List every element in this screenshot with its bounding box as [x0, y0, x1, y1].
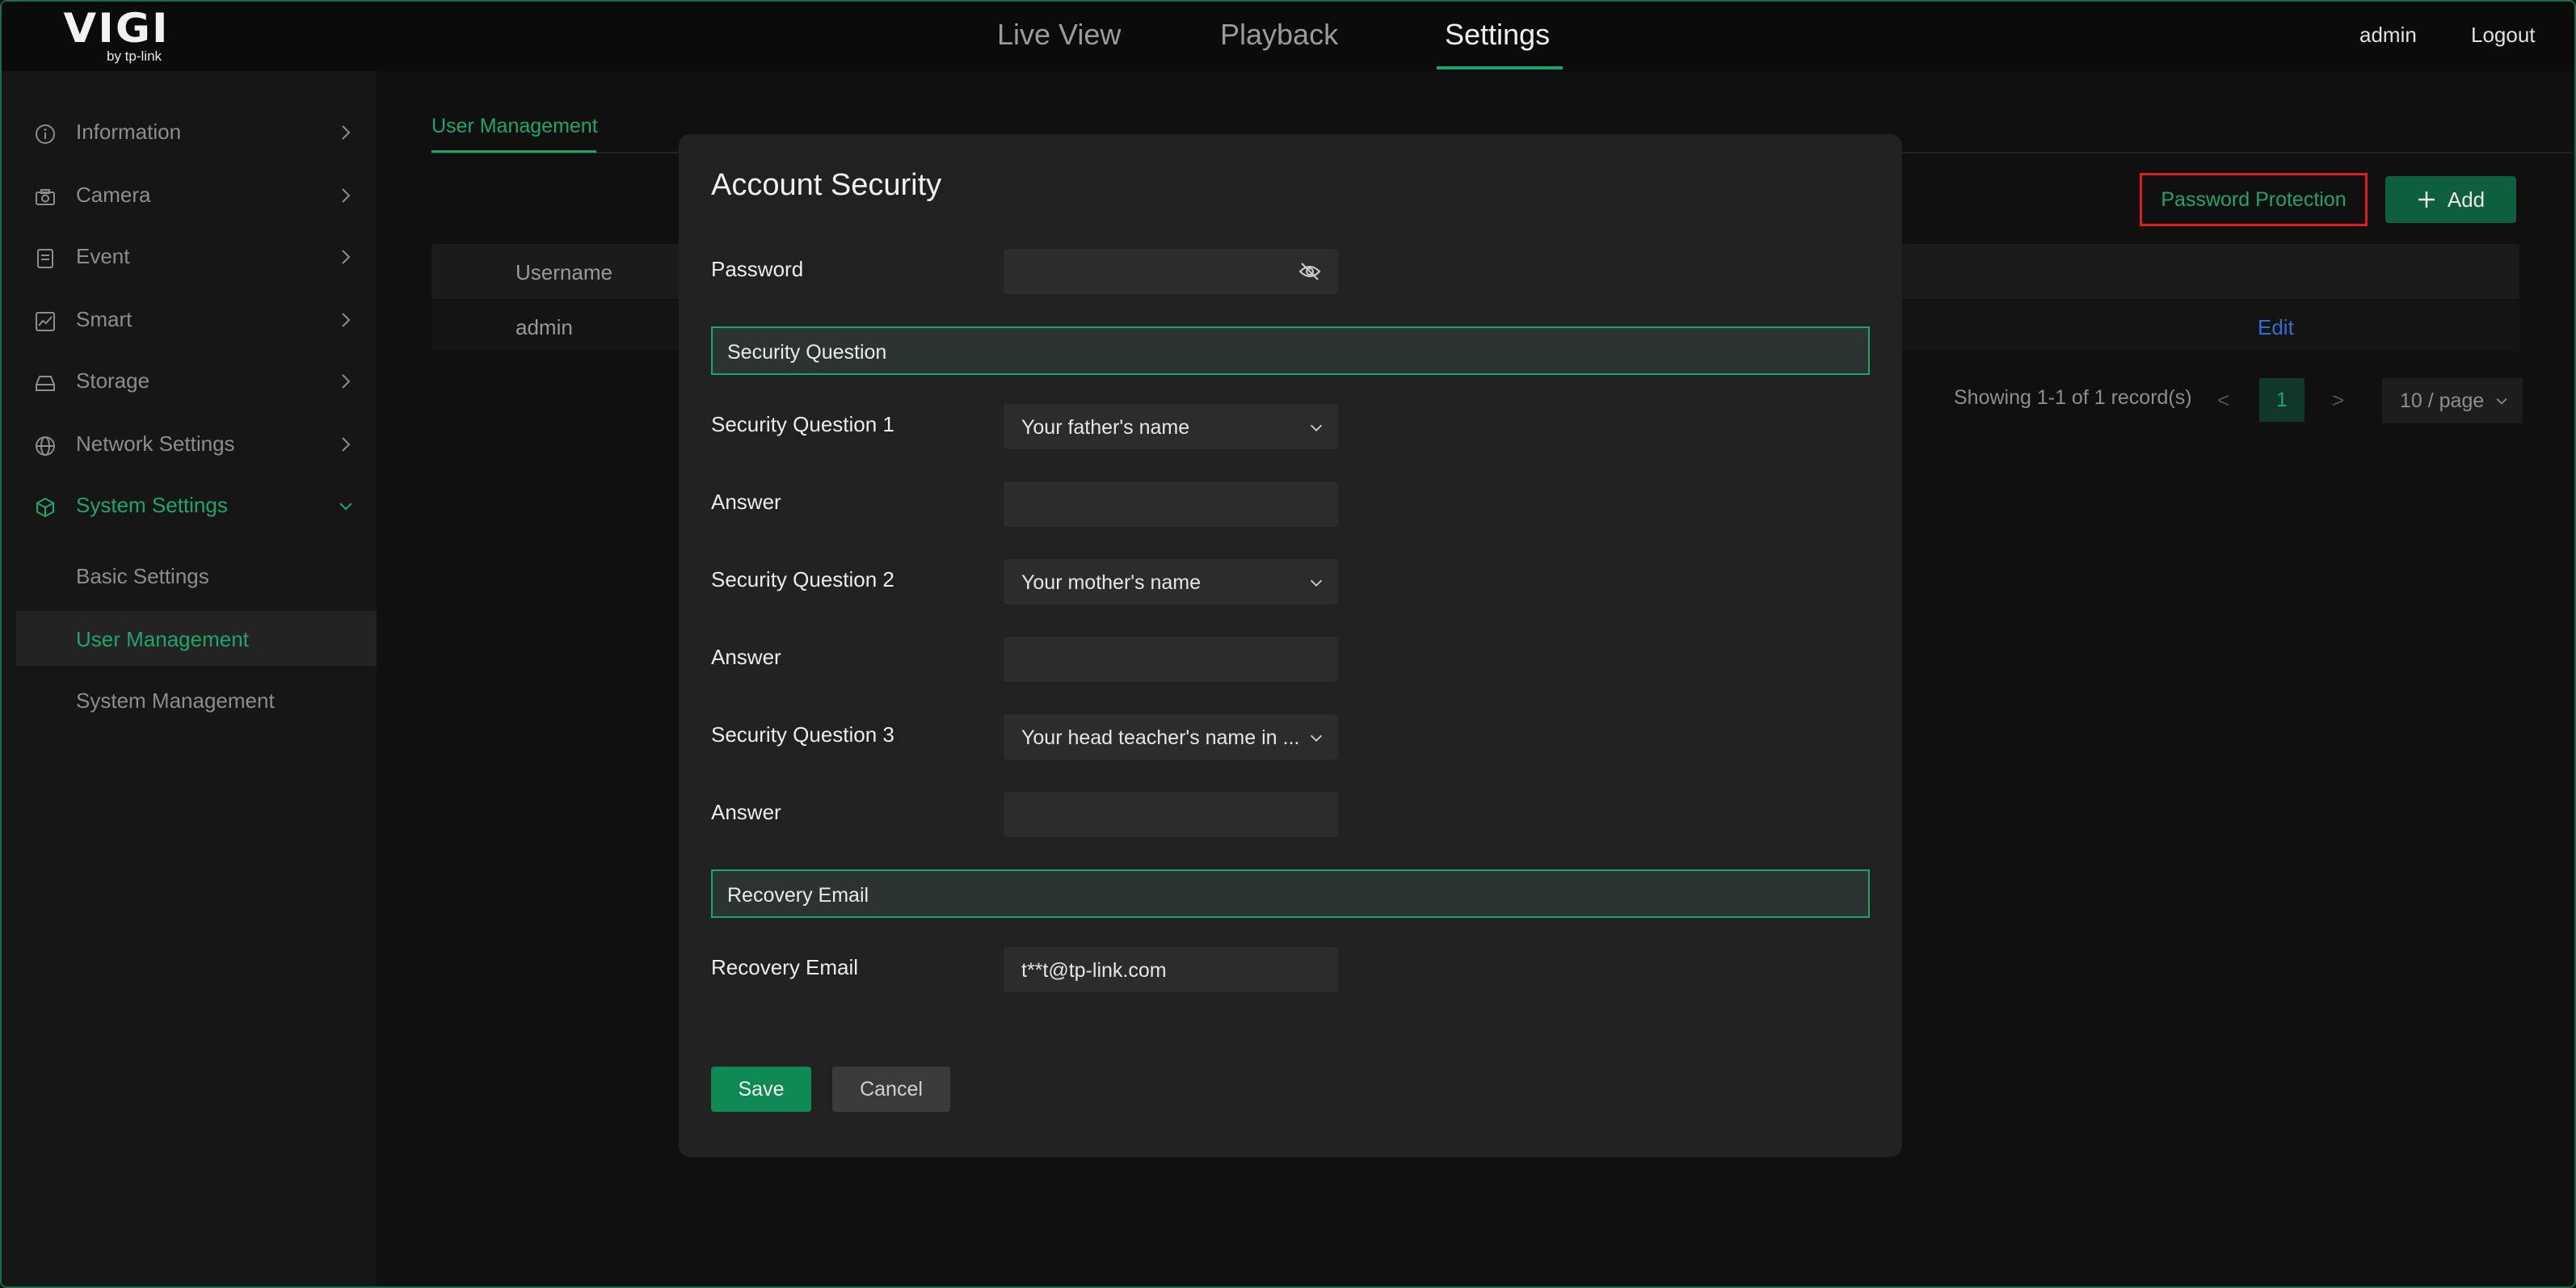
chevron-down-icon	[339, 503, 352, 511]
recovery-email-input[interactable]: t**t@tp-link.com	[1004, 947, 1338, 992]
chevron-right-icon	[342, 374, 351, 389]
section-title: Security Question	[727, 341, 887, 364]
logout-link[interactable]: Logout	[2471, 23, 2536, 48]
password-label: Password	[711, 257, 804, 281]
add-user-button[interactable]: Add	[2385, 176, 2516, 223]
cube-icon	[36, 497, 54, 518]
section-recovery-email: Recovery Email	[711, 869, 1870, 918]
sidebar-item-system-settings[interactable]: System Settings	[2, 478, 377, 533]
nav-active-indicator	[1437, 66, 1563, 69]
sidebar-subitem-system-management[interactable]: System Management	[16, 672, 377, 727]
chevron-down-icon	[1310, 424, 1323, 431]
security-question-2-label: Security Question 2	[711, 567, 894, 591]
sidebar-subitem-label: User Management	[76, 627, 249, 651]
sidebar-item-information[interactable]: Information	[2, 105, 377, 160]
answer-2-label: Answer	[711, 645, 781, 669]
globe-icon	[36, 436, 55, 456]
security-question-3-label: Security Question 3	[711, 722, 894, 747]
sidebar-item-event[interactable]: Event	[2, 229, 377, 284]
select-value: Your father's name	[1021, 416, 1190, 439]
security-question-1-label: Security Question 1	[711, 412, 894, 436]
chevron-right-icon	[342, 188, 351, 203]
logo-sub: by tp-link	[107, 48, 162, 64]
nav-live-view[interactable]: Live View	[997, 18, 1121, 52]
app-window: VIGI by tp-link Live View Playback Setti…	[0, 0, 2576, 1288]
select-value: Your mother's name	[1021, 571, 1202, 594]
save-button[interactable]: Save	[711, 1067, 811, 1112]
security-question-2-select[interactable]: Your mother's name	[1004, 559, 1338, 604]
sidebar-item-label: Camera	[76, 183, 151, 207]
info-icon	[36, 124, 55, 144]
add-label: Add	[2447, 187, 2486, 212]
nav-playback[interactable]: Playback	[1220, 18, 1338, 52]
sidebar: Information Camera Event Smart Storage N…	[2, 71, 377, 1286]
sidebar-subitem-label: System Management	[76, 688, 275, 713]
select-value: Your head teacher's name in ...	[1021, 726, 1300, 749]
page-number[interactable]: 1	[2259, 378, 2305, 422]
answer-2-input[interactable]	[1004, 637, 1338, 682]
chevron-right-icon	[342, 437, 351, 452]
logo-brand: VIGI	[63, 5, 170, 52]
email-value: t**t@tp-link.com	[1021, 959, 1167, 982]
sidebar-subitem-basic-settings[interactable]: Basic Settings	[16, 548, 377, 603]
section-security-question: Security Question	[711, 326, 1870, 375]
security-question-3-select[interactable]: Your head teacher's name in ...	[1004, 714, 1338, 760]
sidebar-item-label: Event	[76, 244, 130, 268]
chevron-down-icon	[2496, 398, 2507, 405]
chevron-right-icon	[342, 313, 351, 327]
security-question-1-select[interactable]: Your father's name	[1004, 404, 1338, 449]
cell-username: admin	[516, 315, 573, 339]
nav-settings[interactable]: Settings	[1445, 18, 1550, 52]
sidebar-subitem-label: Basic Settings	[76, 564, 209, 588]
sidebar-item-label: System Settings	[76, 493, 228, 517]
storage-icon	[36, 376, 55, 391]
dialog-title: Account Security	[711, 168, 942, 202]
event-icon	[37, 249, 53, 268]
sidebar-item-label: Information	[76, 120, 182, 144]
plus-icon	[2418, 192, 2435, 208]
chart-icon	[36, 312, 55, 331]
sidebar-item-network-settings[interactable]: Network Settings	[2, 417, 377, 472]
sidebar-item-camera[interactable]: Camera	[2, 168, 377, 223]
next-page-icon[interactable]: >	[2332, 388, 2344, 413]
cancel-button[interactable]: Cancel	[832, 1067, 950, 1112]
chevron-right-icon	[342, 250, 351, 264]
user-name[interactable]: admin	[2359, 23, 2417, 48]
edit-link[interactable]: Edit	[2258, 315, 2294, 340]
column-username: Username	[516, 260, 612, 284]
recovery-email-label: Recovery Email	[711, 955, 859, 979]
answer-1-label: Answer	[711, 490, 781, 514]
pagination-info: Showing 1-1 of 1 record(s)	[1954, 386, 2192, 409]
chevron-down-icon	[1310, 579, 1323, 587]
sidebar-item-smart[interactable]: Smart	[2, 293, 377, 347]
vigi-logo: VIGI by tp-link	[64, 6, 179, 65]
camera-icon	[36, 189, 55, 205]
answer-1-input[interactable]	[1004, 482, 1338, 527]
prev-page-icon[interactable]: <	[2217, 388, 2229, 413]
section-title: Recovery Email	[727, 884, 869, 907]
chevron-down-icon	[1310, 734, 1323, 742]
eye-off-icon[interactable]	[1298, 260, 1322, 283]
password-field[interactable]	[1004, 249, 1338, 294]
tab-active-indicator	[431, 150, 596, 153]
top-bar: VIGI by tp-link Live View Playback Setti…	[2, 2, 2574, 71]
sidebar-item-label: Network Settings	[76, 431, 235, 456]
password-protection-button[interactable]: Password Protection	[2140, 173, 2368, 226]
sidebar-item-storage[interactable]: Storage	[2, 354, 377, 409]
tab-user-management[interactable]: User Management	[431, 115, 598, 138]
answer-3-input[interactable]	[1004, 792, 1338, 837]
sidebar-item-label: Storage	[76, 368, 150, 393]
chevron-right-icon	[342, 125, 351, 140]
page-size-select[interactable]: 10 / page	[2382, 378, 2523, 423]
page-size-value: 10 / page	[2400, 389, 2485, 412]
sidebar-subitem-user-management[interactable]: User Management	[16, 611, 377, 666]
account-security-dialog: Account Security Password Security Quest…	[679, 134, 1902, 1157]
answer-3-label: Answer	[711, 800, 781, 824]
sidebar-item-label: Smart	[76, 307, 133, 331]
